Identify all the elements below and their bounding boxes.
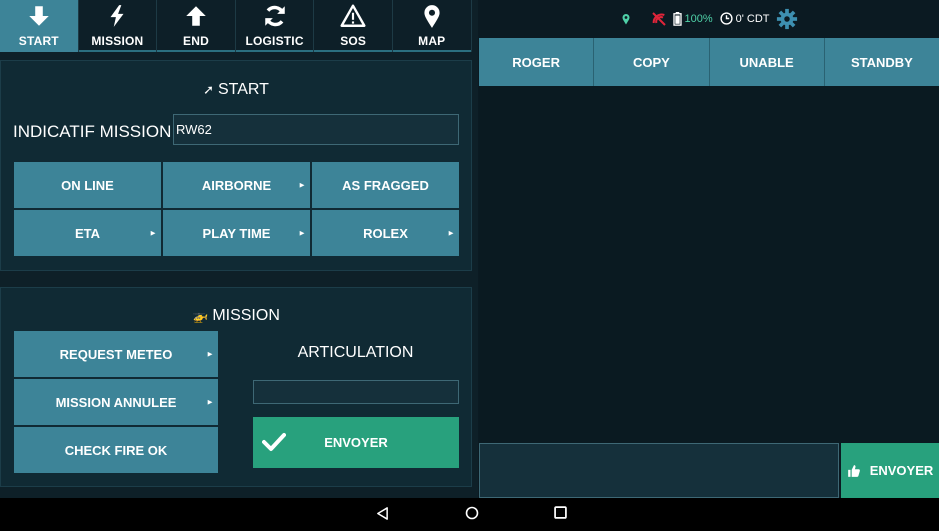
tab-bar: START MISSION END LOGISTIC SOS MAP bbox=[0, 0, 472, 52]
envoyer-button[interactable]: ENVOYER bbox=[253, 417, 459, 468]
on-line-button[interactable]: ON LINE bbox=[14, 162, 161, 208]
submenu-arrow-icon: ► bbox=[298, 180, 306, 190]
mission-panel: 🚁 MISSION REQUEST METEO ► MISSION ANNULEE ►… bbox=[0, 287, 472, 487]
button-label: PLAY TIME bbox=[202, 225, 271, 241]
thumbs-up-icon bbox=[847, 464, 860, 477]
mission-annulee-button[interactable]: MISSION ANNULEE ► bbox=[14, 379, 218, 425]
recents-icon[interactable] bbox=[554, 506, 567, 519]
callsign-input[interactable]: RW62 bbox=[173, 114, 459, 145]
button-label: ROLEX bbox=[363, 225, 408, 241]
tab-label: LOGISTIC bbox=[245, 34, 304, 48]
battery-level: 100% bbox=[684, 12, 713, 25]
status-bar: 100% 0' CDT bbox=[479, 0, 939, 37]
button-label: AIRBORNE bbox=[201, 177, 272, 193]
location-pin-icon bbox=[620, 12, 632, 26]
button-label: REQUEST METEO bbox=[59, 346, 173, 362]
submenu-arrow-icon: ► bbox=[206, 349, 214, 359]
quick-reply-bar: ROGER COPY UNABLE STANDBY bbox=[479, 38, 939, 86]
right-pane: 100% 0' CDT ROGER COPY UNABLE STANDBY EN… bbox=[479, 0, 939, 498]
tab-start[interactable]: START bbox=[0, 0, 79, 52]
arrow-up-icon: ➚ bbox=[203, 82, 214, 97]
rolex-button[interactable]: ROLEX ► bbox=[312, 210, 459, 256]
button-label: CHECK FIRE OK bbox=[64, 442, 168, 458]
roger-button[interactable]: ROGER bbox=[479, 38, 595, 86]
signal-off-icon bbox=[651, 11, 667, 27]
start-title: ➚ START bbox=[1, 81, 471, 99]
button-label: MISSION ANNULEE bbox=[55, 394, 177, 410]
arrow-down-icon bbox=[29, 6, 49, 26]
battery-icon bbox=[672, 11, 682, 26]
compose-input[interactable] bbox=[479, 443, 839, 498]
tab-label: START bbox=[18, 34, 59, 48]
clock-icon bbox=[720, 12, 733, 25]
check-icon bbox=[262, 433, 286, 451]
button-label: UNABLE bbox=[739, 54, 794, 70]
arrow-up-icon bbox=[186, 6, 206, 26]
button-label: COPY bbox=[632, 54, 670, 70]
submenu-arrow-icon: ► bbox=[447, 228, 455, 238]
articulation-input[interactable] bbox=[253, 380, 459, 404]
timer-value: 0' bbox=[735, 12, 744, 25]
button-label: ETA bbox=[74, 225, 101, 241]
check-fire-ok-button[interactable]: CHECK FIRE OK bbox=[14, 427, 218, 473]
button-label: AS FRAGGED bbox=[342, 177, 429, 193]
timezone-label: CDT bbox=[746, 12, 770, 25]
as-fragged-button[interactable]: AS FRAGGED bbox=[312, 162, 459, 208]
start-title-text: START bbox=[217, 81, 269, 98]
copy-button[interactable]: COPY bbox=[594, 38, 710, 86]
refresh-icon bbox=[264, 5, 285, 27]
button-label: ENVOYER bbox=[324, 435, 388, 450]
tab-label: MISSION bbox=[91, 34, 144, 48]
standby-button[interactable]: STANDBY bbox=[824, 38, 939, 86]
submenu-arrow-icon: ► bbox=[206, 397, 214, 407]
callsign-label: INDICATIF MISSION bbox=[13, 122, 172, 141]
button-label: ON LINE bbox=[61, 177, 114, 193]
articulation-label: ARTICULATION bbox=[297, 344, 414, 361]
button-label: STANDBY bbox=[850, 54, 913, 70]
button-label: ENVOYER bbox=[869, 463, 934, 478]
lightning-icon bbox=[110, 5, 124, 27]
button-label: ROGER bbox=[512, 54, 560, 70]
submenu-arrow-icon: ► bbox=[298, 228, 306, 238]
send-message-button[interactable]: ENVOYER bbox=[841, 443, 939, 498]
warning-icon bbox=[340, 4, 366, 27]
gear-icon[interactable] bbox=[776, 8, 798, 30]
tab-logistic[interactable]: LOGISTIC bbox=[236, 0, 315, 52]
left-pane: START MISSION END LOGISTIC SOS MAP ➚ STA… bbox=[0, 0, 478, 498]
mission-title-text: MISSION bbox=[212, 307, 280, 324]
request-meteo-button[interactable]: REQUEST METEO ► bbox=[14, 331, 218, 377]
mission-title: 🚁 MISSION bbox=[1, 307, 471, 325]
tab-map[interactable]: MAP bbox=[393, 0, 472, 52]
unable-button[interactable]: UNABLE bbox=[709, 38, 825, 86]
tab-mission[interactable]: MISSION bbox=[79, 0, 158, 52]
app-root: START MISSION END LOGISTIC SOS MAP ➚ STA… bbox=[0, 0, 939, 531]
submenu-arrow-icon: ► bbox=[149, 228, 157, 238]
helicopter-icon: 🚁 bbox=[192, 308, 209, 323]
tab-sos[interactable]: SOS bbox=[314, 0, 393, 52]
tab-end[interactable]: END bbox=[157, 0, 236, 52]
tab-label: END bbox=[183, 34, 209, 48]
message-list[interactable] bbox=[479, 86, 939, 443]
system-nav-bar bbox=[0, 498, 939, 531]
play-time-button[interactable]: PLAY TIME ► bbox=[163, 210, 310, 256]
tab-label: MAP bbox=[418, 34, 446, 48]
tab-label: SOS bbox=[340, 34, 367, 48]
back-icon[interactable] bbox=[376, 506, 389, 521]
eta-button[interactable]: ETA ► bbox=[14, 210, 161, 256]
start-panel: ➚ START INDICATIF MISSION RW62 ON LINE AI… bbox=[0, 60, 472, 271]
home-icon[interactable] bbox=[465, 506, 479, 520]
airborne-button[interactable]: AIRBORNE ► bbox=[163, 162, 310, 208]
map-pin-icon bbox=[424, 5, 440, 28]
